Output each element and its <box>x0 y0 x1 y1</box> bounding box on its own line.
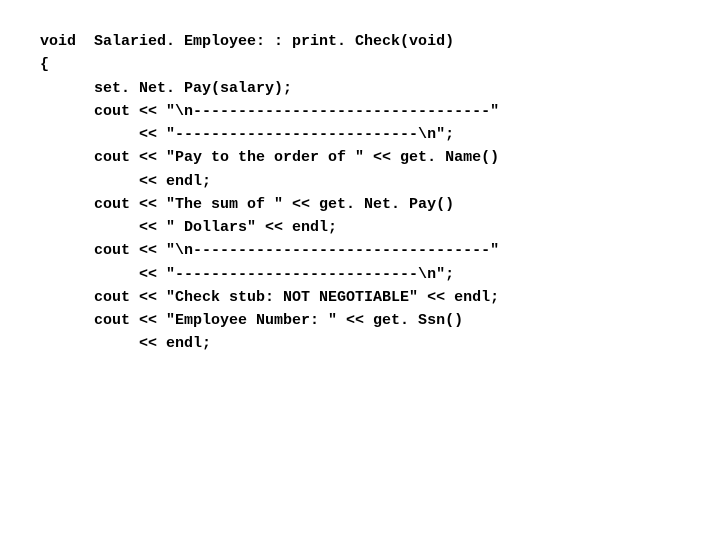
code-line: << endl; <box>40 170 680 193</box>
code-line: set. Net. Pay(salary); <box>40 77 680 100</box>
code-line: << "---------------------------\n"; <box>40 123 680 146</box>
code-line: cout << "\n-----------------------------… <box>40 100 680 123</box>
code-block: void Salaried. Employee: : print. Check(… <box>40 30 680 356</box>
code-line: << " Dollars" << endl; <box>40 216 680 239</box>
code-line: { <box>40 53 680 76</box>
code-line: cout << "\n-----------------------------… <box>40 239 680 262</box>
code-line: << "---------------------------\n"; <box>40 263 680 286</box>
code-line: cout << "Check stub: NOT NEGOTIABLE" << … <box>40 286 680 309</box>
code-line: void Salaried. Employee: : print. Check(… <box>40 30 680 53</box>
code-line: << endl; <box>40 332 680 355</box>
code-line: cout << "The sum of " << get. Net. Pay() <box>40 193 680 216</box>
code-line: cout << "Employee Number: " << get. Ssn(… <box>40 309 680 332</box>
code-line: cout << "Pay to the order of " << get. N… <box>40 146 680 169</box>
